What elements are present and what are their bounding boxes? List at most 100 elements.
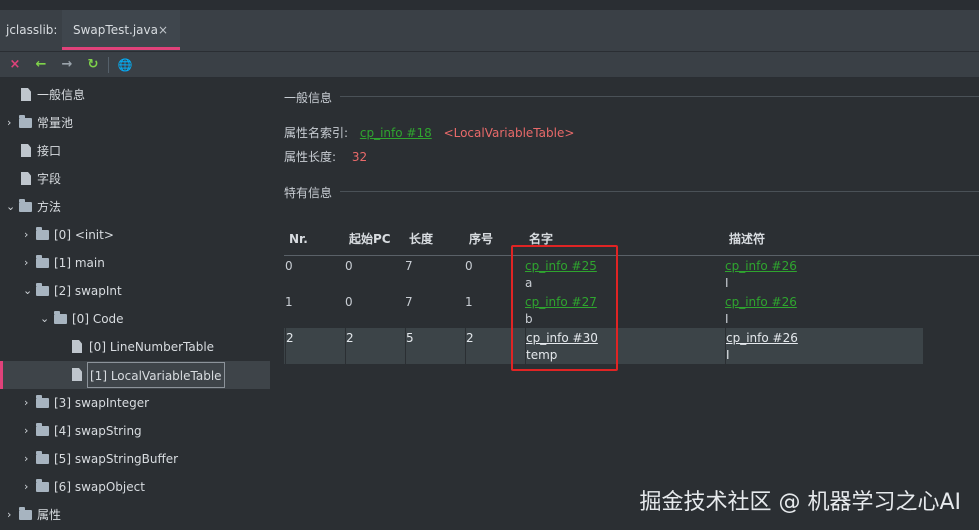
tree-item-label: 常量池 — [37, 116, 74, 130]
col-header-index[interactable]: 序号 — [469, 225, 493, 253]
folder-icon — [36, 227, 49, 240]
length-value: 32 — [351, 150, 368, 164]
refresh-icon[interactable]: ↻ — [84, 56, 102, 74]
descriptor-value: I — [726, 348, 730, 362]
descriptor-link[interactable]: cp_info #26 — [726, 331, 798, 345]
tree-item-method-swapobject[interactable]: › [6] swapObject — [0, 473, 270, 501]
cell-length: 5 — [405, 328, 465, 364]
descriptor-link[interactable]: cp_info #26 — [725, 295, 797, 309]
tree-item-methods[interactable]: ⌄ 方法 — [0, 193, 270, 221]
descriptor-link[interactable]: cp_info #26 — [725, 259, 797, 273]
folder-icon — [36, 451, 49, 464]
name-index-link[interactable]: cp_info #18 — [360, 126, 432, 140]
class-tree: 一般信息 › 常量池 接口 字段 ⌄ 方法 › [0] <init> › [1]… — [0, 79, 270, 530]
tree-item-method-swapint[interactable]: ⌄ [2] swapInt — [0, 277, 270, 305]
chevron-down-icon[interactable]: ⌄ — [6, 193, 16, 221]
back-icon[interactable]: ← — [32, 56, 50, 74]
chevron-right-icon[interactable]: › — [7, 109, 17, 137]
tree-item-method-swapstringbuffer[interactable]: › [5] swapStringBuffer — [0, 445, 270, 473]
tab-label: SwapTest.java — [73, 23, 158, 37]
chevron-right-icon[interactable]: › — [7, 501, 17, 529]
col-header-length[interactable]: 长度 — [409, 225, 433, 253]
descriptor-value: I — [725, 312, 729, 326]
tree-item-general[interactable]: 一般信息 — [0, 81, 270, 109]
chevron-down-icon[interactable]: ⌄ — [40, 305, 50, 333]
tree-item-label: 方法 — [37, 200, 62, 214]
selection-marker — [0, 361, 3, 389]
title-strip — [0, 0, 979, 10]
tree-item-method-init[interactable]: › [0] <init> — [0, 221, 270, 249]
tree-item-method-swapinteger[interactable]: › [3] swapInteger — [0, 389, 270, 417]
tree-item-label: [4] swapString — [54, 424, 142, 438]
toolbar-separator — [108, 57, 109, 73]
chevron-right-icon[interactable]: › — [24, 417, 34, 445]
tree-item-label: [1] LocalVariableTable — [87, 362, 225, 388]
tree-item-code[interactable]: ⌄ [0] Code — [0, 305, 270, 333]
chevron-right-icon[interactable]: › — [24, 445, 34, 473]
folder-icon — [36, 395, 49, 408]
highlight-annotation-box — [511, 245, 618, 371]
cell-length: 7 — [405, 295, 413, 309]
col-header-descriptor[interactable]: 描述符 — [729, 225, 765, 253]
cell-descriptor: cp_info #26 I — [725, 328, 923, 364]
folder-icon — [19, 115, 32, 128]
tree-item-label: [6] swapObject — [54, 480, 145, 494]
tree-item-label: [2] swapInt — [54, 284, 122, 298]
cell-descriptor: cp_info #26 I — [725, 256, 923, 292]
cell-start-pc: 2 — [345, 328, 405, 364]
length-row: 属性长度: 32 — [284, 148, 367, 165]
tree-item-label: [1] main — [54, 256, 105, 270]
tree-item-label: 属性 — [37, 508, 62, 522]
tree-item-label: [5] swapStringBuffer — [54, 452, 179, 466]
folder-icon — [36, 423, 49, 436]
tree-item-fields[interactable]: 字段 — [0, 165, 270, 193]
tree-item-attributes[interactable]: › 属性 — [0, 501, 270, 529]
toolbar: × ← → ↻ 🌐 — [0, 52, 979, 78]
section-divider — [340, 96, 979, 97]
chevron-right-icon[interactable]: › — [24, 473, 34, 501]
tab-jclasslib[interactable]: jclasslib: — [0, 10, 62, 50]
col-header-start-pc[interactable]: 起始PC — [349, 225, 391, 253]
tree-item-label: [0] Code — [72, 312, 124, 326]
cell-start-pc: 0 — [345, 295, 353, 309]
cell-nr: 1 — [285, 295, 293, 309]
tree-item-method-swapstring[interactable]: › [4] swapString — [0, 417, 270, 445]
tab-swaptest[interactable]: SwapTest.java × — [62, 10, 180, 50]
tree-item-label: 接口 — [37, 144, 62, 158]
close-icon[interactable]: × — [6, 56, 24, 74]
tree-item-line-number-table[interactable]: [0] LineNumberTable — [0, 333, 270, 361]
descriptor-value: I — [725, 276, 729, 290]
chevron-right-icon[interactable]: › — [24, 249, 34, 277]
forward-icon[interactable]: → — [58, 56, 76, 74]
tree-item-method-main[interactable]: › [1] main — [0, 249, 270, 277]
tab-bar: jclasslib: SwapTest.java × — [0, 0, 979, 52]
cell-descriptor: cp_info #26 I — [725, 292, 923, 328]
tree-item-label: 字段 — [37, 172, 62, 186]
file-icon — [21, 144, 31, 157]
chevron-right-icon[interactable]: › — [24, 221, 34, 249]
tree-item-interfaces[interactable]: 接口 — [0, 137, 270, 165]
tree-item-label: [3] swapInteger — [54, 396, 150, 410]
close-icon[interactable]: × — [158, 10, 168, 50]
cell-nr: 2 — [285, 328, 345, 364]
chevron-right-icon[interactable]: › — [24, 389, 34, 417]
name-index-label: 属性名索引: — [284, 126, 349, 140]
folder-icon — [36, 479, 49, 492]
web-icon[interactable]: 🌐 — [116, 56, 134, 74]
name-index-value: <LocalVariableTable> — [443, 126, 575, 140]
col-header-nr[interactable]: Nr. — [289, 225, 308, 253]
folder-icon — [54, 311, 67, 324]
specific-info-title: 特有信息 — [284, 186, 333, 200]
tree-item-constant-pool[interactable]: › 常量池 — [0, 109, 270, 137]
folder-icon — [19, 507, 32, 520]
chevron-down-icon[interactable]: ⌄ — [23, 277, 33, 305]
section-divider — [340, 191, 979, 192]
folder-icon — [19, 199, 32, 212]
tree-item-local-variable-table[interactable]: [1] LocalVariableTable — [0, 361, 270, 389]
file-icon — [21, 88, 31, 101]
watermark: 掘金技术社区 @ 机器学习之心AI — [639, 490, 961, 515]
cell-nr: 0 — [285, 259, 293, 273]
tab-label: jclasslib: — [6, 23, 58, 37]
tree-item-label: [0] LineNumberTable — [89, 340, 215, 354]
tree-item-label: [0] <init> — [54, 228, 114, 242]
